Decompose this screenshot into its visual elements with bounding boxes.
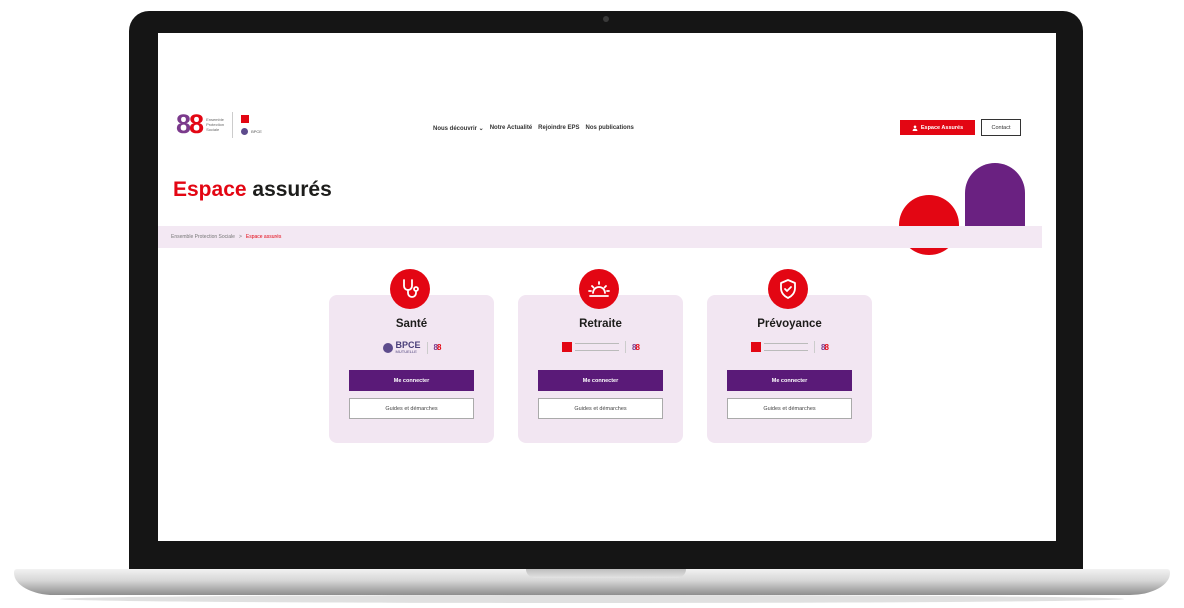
partner-logos: BPCE bbox=[241, 114, 262, 135]
breadcrumb-current: Espace assurés bbox=[245, 234, 282, 240]
logo-mark: 88 bbox=[176, 109, 204, 139]
bpce-mutuelle-logo: BPCE MUTUELLE bbox=[382, 341, 421, 354]
logo-divider bbox=[426, 341, 428, 354]
bpce-dot-icon bbox=[241, 127, 249, 135]
logo-divider bbox=[814, 341, 816, 353]
logo-divider bbox=[232, 111, 234, 138]
breadcrumb: Ensemble Protection Sociale > Espace ass… bbox=[158, 226, 1042, 248]
web-page: 88 Ensemble Protection Sociale BPCE Nous… bbox=[158, 33, 1056, 541]
guides-demarches-button[interactable]: Guides et démarches bbox=[349, 398, 474, 419]
red-square-icon bbox=[241, 114, 250, 123]
contact-button[interactable]: Contact bbox=[981, 119, 1021, 136]
bpce-dot-icon bbox=[382, 342, 393, 353]
espace-assures-button[interactable]: Espace Assurés bbox=[900, 120, 975, 135]
guides-demarches-button[interactable]: Guides et démarches bbox=[538, 398, 663, 419]
breadcrumb-separator: > bbox=[238, 234, 242, 240]
page-title: Espace assurés bbox=[173, 178, 332, 201]
card-title: Retraite bbox=[579, 318, 622, 330]
sunrise-icon bbox=[579, 269, 619, 309]
laptop-base-notch bbox=[526, 569, 686, 578]
logo-text: Ensemble Protection Sociale bbox=[206, 117, 225, 132]
shield-check-icon bbox=[768, 269, 808, 309]
nav-rejoindre-eps[interactable]: Rejoindre EPS bbox=[538, 125, 579, 132]
card-sante: Santé BPCE MUTUELLE 88 Me connecter Guid… bbox=[329, 269, 494, 443]
red-square-icon bbox=[751, 342, 762, 352]
nav-nos-publications[interactable]: Nos publications bbox=[586, 125, 634, 132]
eps-mini-logo: 88 bbox=[821, 342, 829, 352]
caisse-logo bbox=[751, 342, 809, 352]
site-logo[interactable]: 88 Ensemble Protection Sociale BPCE bbox=[176, 111, 262, 138]
laptop-mockup: 88 Ensemble Protection Sociale BPCE Nous… bbox=[0, 0, 1184, 608]
card-retraite: Retraite 88 Me connecter Guides et démar… bbox=[518, 269, 683, 443]
me-connecter-button[interactable]: Me connecter bbox=[538, 370, 663, 391]
nav-nous-decouvrir[interactable]: Nous découvrir ⌄ bbox=[433, 125, 484, 132]
user-icon bbox=[912, 124, 918, 131]
red-square-icon bbox=[562, 342, 573, 352]
partner-logo-bpce: BPCE bbox=[241, 127, 262, 135]
stethoscope-icon bbox=[390, 269, 430, 309]
card-partner-logos: 88 bbox=[707, 341, 872, 353]
card-partner-logos: 88 bbox=[518, 341, 683, 353]
me-connecter-button[interactable]: Me connecter bbox=[727, 370, 852, 391]
me-connecter-button[interactable]: Me connecter bbox=[349, 370, 474, 391]
guides-demarches-button[interactable]: Guides et démarches bbox=[727, 398, 852, 419]
eps-mini-logo: 88 bbox=[433, 343, 442, 352]
caisse-logo bbox=[562, 342, 620, 352]
card-partner-logos: BPCE MUTUELLE 88 bbox=[329, 341, 494, 354]
card-title: Santé bbox=[395, 318, 428, 330]
card-title: Prévoyance bbox=[757, 318, 822, 330]
main-nav: Nous découvrir ⌄ Notre Actualité Rejoind… bbox=[433, 125, 634, 132]
webcam-icon bbox=[603, 16, 609, 22]
nav-notre-actualite[interactable]: Notre Actualité bbox=[490, 125, 532, 132]
logo-divider bbox=[625, 341, 627, 353]
breadcrumb-home[interactable]: Ensemble Protection Sociale bbox=[171, 234, 235, 240]
card-prevoyance: Prévoyance 88 Me connecter Guides et dém… bbox=[707, 269, 872, 443]
eps-mini-logo: 88 bbox=[632, 342, 640, 352]
laptop-shadow bbox=[60, 595, 1124, 603]
partner-logo-caisse bbox=[241, 114, 262, 123]
